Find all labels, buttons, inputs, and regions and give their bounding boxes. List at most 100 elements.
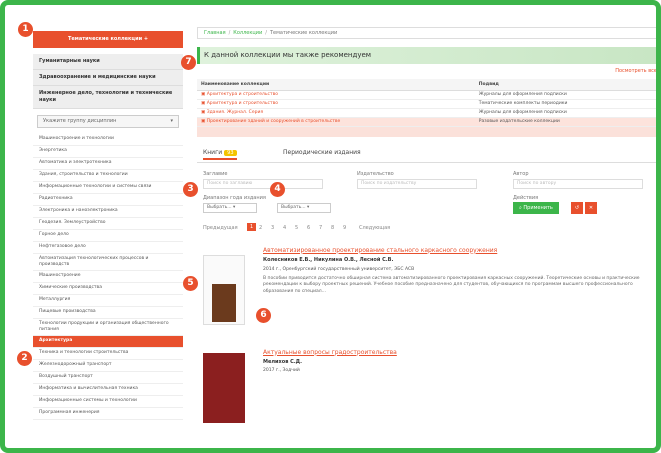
sidebar-item[interactable]: Радиотехника	[33, 194, 183, 206]
collection-link[interactable]: ▣ Архитектура и строительство	[197, 90, 475, 100]
book-title-link[interactable]: Актуальные вопросы градостроительства	[263, 349, 397, 356]
recommend-footer-band	[197, 126, 656, 137]
pager-page[interactable]: 5	[295, 225, 298, 231]
sidebar-item[interactable]: Программная инженерия	[33, 408, 183, 420]
callout-badge-5: 5	[183, 276, 198, 291]
col-type-header: Подвид	[474, 79, 656, 91]
apply-filter-button[interactable]: ⌕ Применить	[513, 201, 559, 214]
search-icon: ⌕	[519, 204, 522, 211]
content-tabs: Книги 93 Периодические издания	[197, 147, 656, 163]
collection-link[interactable]: ▣ Здания. Журнал. Серия	[197, 108, 475, 118]
callout-badge-1: 1	[18, 22, 33, 37]
discipline-group-select-label: Укажите группу дисциплин	[43, 118, 117, 124]
collection-link[interactable]: ▣ Архитектура и строительство	[197, 99, 475, 109]
pager-page[interactable]: 4	[283, 225, 286, 231]
breadcrumb-home[interactable]: Главная	[204, 30, 226, 36]
collection-name: Здания. Журнал. Серия	[206, 110, 264, 115]
sidebar-item[interactable]: Энергетика	[33, 146, 183, 158]
chevron-down-icon: ▾	[170, 118, 173, 124]
books-count-badge: 93	[224, 149, 237, 156]
collection-name: Архитектура и строительство	[206, 101, 279, 106]
publisher-filter-input[interactable]: Поиск по издательству	[357, 178, 477, 189]
callout-badge-4: 4	[270, 182, 285, 197]
book-description: В пособии приводится достаточно обширная…	[263, 275, 640, 294]
collections-menu-button[interactable]: Тематические коллекции +	[33, 31, 183, 48]
page-frame: Тематические коллекции + Гуманитарные на…	[0, 0, 661, 453]
clear-filter-button[interactable]: ↺	[571, 201, 583, 214]
sidebar-section-health[interactable]: Здравоохранение и медицинские науки	[33, 70, 183, 86]
sidebar-list: Машиностроение и технологии Энергетика Авт…	[33, 134, 183, 420]
refresh-icon: ↺	[574, 204, 580, 211]
table-row: ▣ Проектирование зданий и сооружений в с…	[197, 117, 656, 127]
tab-books[interactable]: Книги 93	[203, 149, 237, 160]
book-publisher: 2014 г., Оренбургский государственный ун…	[263, 266, 415, 272]
pagination: Предыдущая 1 2 3 4 5 6 7 8 9 Следующая	[197, 221, 656, 239]
year-range-label: Диапазон года издания	[203, 194, 266, 201]
sidebar-item[interactable]: Железнодорожный транспорт	[33, 360, 183, 372]
sidebar-item[interactable]: Воздушный транспорт	[33, 372, 183, 384]
pager-page[interactable]: 3	[271, 225, 274, 231]
sidebar-item[interactable]: Архитектура	[33, 336, 183, 348]
pager-page[interactable]: 2	[259, 225, 262, 231]
recommend-table: Наименование коллекции Подвид ▣ Архитект…	[197, 79, 656, 127]
author-filter-label: Автор	[513, 170, 529, 177]
table-row: ▣ Здания. Журнал. Серия Журналы для оформ…	[197, 108, 656, 118]
book-item: Актуальные вопросы градостроительства Ме…	[197, 345, 656, 423]
breadcrumb-collections[interactable]: Коллекции	[233, 30, 262, 36]
sidebar-item[interactable]: Машиностроение и технологии	[33, 134, 183, 146]
year-to-value: Выбрать...	[281, 204, 306, 210]
book-cover[interactable]	[203, 254, 245, 325]
breadcrumb: Главная / Коллекции / Тематические коллекции	[197, 27, 656, 39]
pager-next[interactable]: Следующая	[359, 225, 390, 231]
sidebar-section-humanities[interactable]: Гуманитарные науки	[33, 54, 183, 70]
sidebar-item[interactable]: Технологии продукции и организация общес…	[33, 319, 183, 336]
close-icon: ✕	[588, 204, 594, 211]
collection-link[interactable]: ▣ Проектирование зданий и сооружений в с…	[197, 117, 475, 127]
pager-prev[interactable]: Предыдущая	[203, 225, 238, 231]
close-filter-button[interactable]: ✕	[585, 201, 597, 214]
sidebar-item[interactable]: Автоматизация технологических процессов …	[33, 254, 183, 271]
sidebar-item[interactable]: Информационные технологии и системы связ…	[33, 182, 183, 194]
pager-page[interactable]: 1	[247, 222, 257, 231]
tab-books-label: Книги	[203, 148, 223, 156]
book-cover[interactable]	[203, 352, 245, 423]
sidebar-item[interactable]: Геодезия. Землеустройство	[33, 218, 183, 230]
callout-badge-2: 2	[17, 351, 32, 366]
sidebar-section-engineering[interactable]: Инженерное дело, технологии и технически…	[33, 86, 183, 109]
sidebar: Тематические коллекции + Гуманитарные на…	[33, 31, 183, 448]
title-filter-input[interactable]: Поиск по заглавию	[203, 178, 323, 189]
title-filter-label: Заглавие	[203, 170, 228, 177]
collection-name: Проектирование зданий и сооружений в стр…	[206, 119, 341, 124]
sidebar-item[interactable]: Химические производства	[33, 283, 183, 295]
sidebar-item[interactable]: Информационные системы и технологии	[33, 396, 183, 408]
callout-badge-7: 7	[181, 55, 196, 70]
collection-type: Разовые издательские коллекции	[474, 117, 656, 127]
year-from-select[interactable]: Выбрать... ▾	[203, 202, 257, 213]
sidebar-item[interactable]: Информатика и вычислительная техника	[33, 384, 183, 396]
pager-page[interactable]: 6	[307, 225, 310, 231]
book-title-link[interactable]: Автоматизированное проектирование стальн…	[263, 247, 497, 254]
apply-filter-button-label: Применить	[523, 204, 553, 211]
pager-page[interactable]: 9	[343, 225, 346, 231]
sidebar-item[interactable]: Здания, строительство и технологии	[33, 170, 183, 182]
main-content: Главная / Коллекции / Тематические коллекции…	[197, 27, 656, 448]
book-cover-image	[212, 283, 236, 322]
sidebar-item[interactable]: Горное дело	[33, 230, 183, 242]
sidebar-item[interactable]: Металлургия	[33, 295, 183, 307]
sidebar-item[interactable]: Электроника и наноэлектроника	[33, 206, 183, 218]
author-filter-input[interactable]: Поиск по автору	[513, 178, 643, 189]
recommend-all-link[interactable]: Посмотреть все	[197, 68, 656, 76]
year-to-select[interactable]: Выбрать... ▾	[277, 202, 331, 213]
tab-periodicals[interactable]: Периодические издания	[283, 149, 361, 156]
pager-page[interactable]: 7	[319, 225, 322, 231]
table-row: ▣ Архитектура и строительство Тематически…	[197, 99, 656, 109]
sidebar-item[interactable]: Автоматика и электротехника	[33, 158, 183, 170]
sidebar-item[interactable]: Пищевые производства	[33, 307, 183, 319]
sidebar-item[interactable]: Машиностроение	[33, 271, 183, 283]
sidebar-item[interactable]: Нефтегазовое дело	[33, 242, 183, 254]
sidebar-item[interactable]: Техника и технологии строительства	[33, 348, 183, 360]
breadcrumb-current: Тематические коллекции	[269, 30, 338, 36]
book-item: Автоматизированное проектирование стальн…	[197, 245, 656, 345]
pager-page[interactable]: 8	[331, 225, 334, 231]
discipline-group-select[interactable]: Укажите группу дисциплин ▾	[37, 115, 179, 128]
